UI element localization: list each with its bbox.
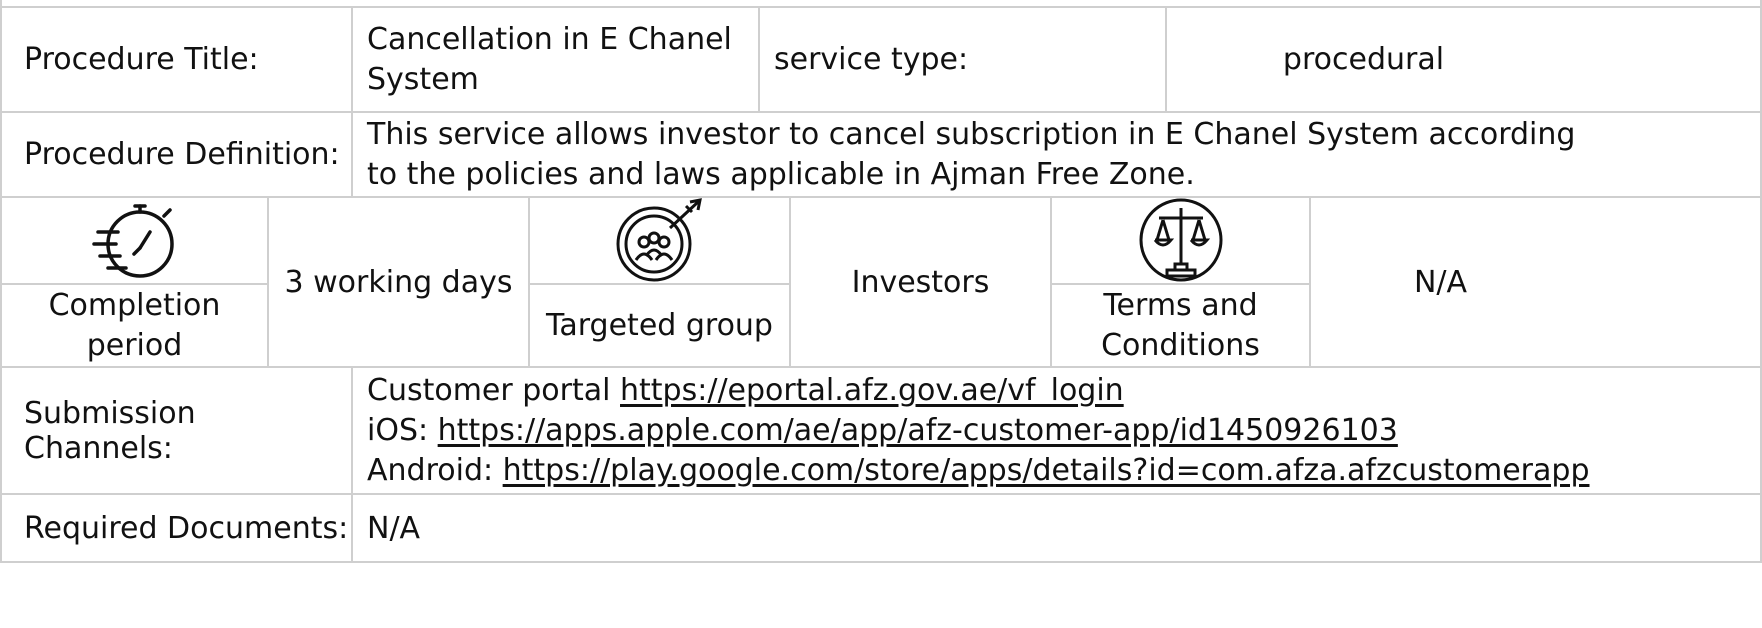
submission-channels-label: Submission Channels: bbox=[0, 368, 353, 495]
target-group-icon bbox=[614, 197, 706, 284]
required-documents-value: N/A bbox=[353, 495, 1762, 563]
terms-label-text: Terms and Conditions bbox=[1101, 287, 1260, 363]
targeted-group-value: Investors bbox=[791, 198, 1052, 368]
ios-line: iOS: https://apps.apple.com/ae/app/afz-c… bbox=[367, 411, 1589, 451]
ios-app-link[interactable]: https://apps.apple.com/ae/app/afz-custom… bbox=[438, 413, 1398, 448]
service-type-label: service type: bbox=[760, 8, 1167, 113]
procedure-definition-value: This service allows investor to cancel s… bbox=[353, 113, 1762, 198]
targeted-group-label: Targeted group bbox=[530, 285, 791, 368]
top-border-strip bbox=[0, 0, 1762, 8]
procedure-title-label: Procedure Title: bbox=[0, 8, 353, 113]
submission-channels-list: Customer portal https://eportal.afz.gov.… bbox=[367, 371, 1589, 491]
stopwatch-icon bbox=[90, 198, 180, 284]
customer-portal-link[interactable]: https://eportal.afz.gov.ae/vf_login bbox=[620, 373, 1124, 408]
targeted-icon-cell bbox=[530, 197, 791, 285]
ios-prefix: iOS: bbox=[367, 412, 438, 448]
android-app-link[interactable]: https://play.google.com/store/apps/detai… bbox=[503, 453, 1590, 488]
scales-of-justice-icon bbox=[1135, 198, 1227, 284]
procedure-card: Procedure Title: Cancellation in E Chane… bbox=[0, 0, 1762, 628]
android-prefix: Android: bbox=[367, 452, 503, 488]
service-type-value: procedural bbox=[1167, 8, 1762, 113]
procedure-title-text: Cancellation in E Chanel System bbox=[367, 21, 732, 97]
terms-icon-cell bbox=[1052, 198, 1311, 285]
completion-period-label: Completion period bbox=[0, 285, 269, 368]
completion-period-value: 3 working days bbox=[269, 198, 530, 368]
completion-icon-cell bbox=[0, 198, 269, 285]
submission-channels-value: Customer portal https://eportal.afz.gov.… bbox=[353, 368, 1762, 495]
procedure-definition-label: Procedure Definition: bbox=[0, 113, 353, 198]
android-line: Android: https://play.google.com/store/a… bbox=[367, 451, 1589, 491]
completion-period-text: Completion period bbox=[48, 287, 221, 363]
customer-portal-prefix: Customer portal bbox=[367, 372, 621, 408]
required-documents-label: Required Documents: bbox=[0, 495, 353, 563]
procedure-title-value: Cancellation in E Chanel System bbox=[353, 8, 760, 113]
terms-label: Terms and Conditions bbox=[1052, 285, 1311, 368]
procedure-definition-text: This service allows investor to cancel s… bbox=[367, 116, 1576, 192]
terms-value: N/A bbox=[1311, 198, 1762, 368]
customer-portal-line: Customer portal https://eportal.afz.gov.… bbox=[367, 371, 1589, 411]
